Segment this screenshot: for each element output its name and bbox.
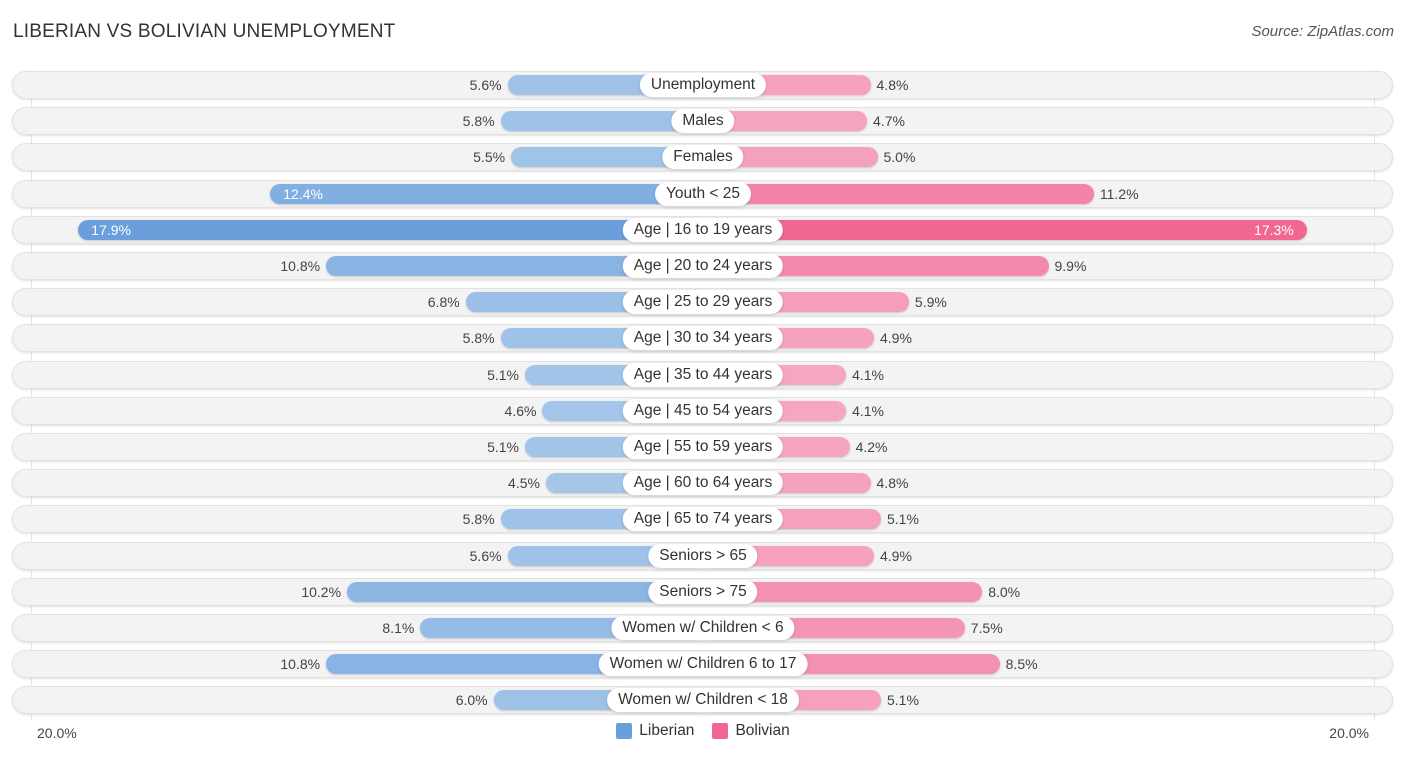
value-label-bolivian: 5.9%: [914, 294, 947, 311]
value-label-bolivian: 4.2%: [855, 439, 888, 455]
value-label-liberian: 5.6%: [469, 547, 502, 564]
category-label: Age | 60 to 64 years: [622, 471, 784, 496]
category-label: Age | 30 to 34 years: [622, 326, 784, 351]
value-label-bolivian: 4.1%: [852, 402, 884, 419]
value-label-liberian: 10.8%: [280, 656, 321, 673]
category-label: Age | 65 to 74 years: [622, 507, 784, 532]
category-label: Age | 16 to 19 years: [622, 217, 784, 242]
category-label: Age | 55 to 59 years: [622, 435, 784, 459]
category-label: Women w/ Children 6 to 17: [598, 652, 808, 677]
value-label-liberian: 4.5%: [508, 475, 540, 492]
value-label-liberian: 6.0%: [455, 692, 488, 709]
bar-liberian[interactable]: [270, 183, 703, 204]
value-label-liberian: 8.1%: [382, 620, 415, 636]
value-label-bolivian: 4.9%: [880, 330, 912, 347]
category-label: Seniors > 75: [648, 579, 758, 604]
value-label-bolivian: 5.0%: [883, 149, 916, 166]
value-label-bolivian: 4.9%: [880, 547, 912, 564]
bar-bolivian[interactable]: [703, 219, 1307, 240]
value-label-liberian: 5.8%: [462, 511, 495, 528]
legend-item-liberian[interactable]: Liberian: [616, 722, 694, 740]
value-label-bolivian: 5.1%: [886, 511, 919, 528]
value-label-liberian: 10.2%: [301, 583, 342, 600]
value-label-bolivian: 8.5%: [1005, 656, 1038, 673]
value-label-bolivian: 5.1%: [886, 692, 919, 709]
category-label: Age | 20 to 24 years: [622, 254, 784, 278]
value-label-bolivian: 4.8%: [876, 475, 909, 492]
category-label: Females: [662, 145, 744, 170]
value-label-liberian: 5.5%: [473, 149, 506, 166]
category-label: Age | 35 to 44 years: [622, 362, 784, 387]
legend-item-bolivian[interactable]: Bolivian: [712, 722, 790, 740]
value-label-liberian: 10.8%: [280, 258, 321, 274]
value-label-bolivian: 9.9%: [1054, 258, 1087, 274]
category-label: Unemployment: [639, 73, 767, 97]
value-label-liberian: 5.1%: [487, 366, 520, 383]
value-label-liberian: 6.8%: [427, 294, 460, 311]
value-label-liberian: 17.9%: [91, 221, 131, 238]
category-label: Women w/ Children < 6: [611, 616, 795, 640]
chart-rows: 5.6% 4.8% Unemployment 5.8% 4.7% Males 5.5% 5.0…: [0, 0, 1406, 757]
bar-liberian[interactable]: [78, 219, 703, 240]
value-label-liberian: 5.8%: [462, 330, 495, 347]
value-label-liberian: 12.4%: [283, 185, 323, 202]
category-label: Age | 45 to 54 years: [622, 398, 784, 423]
value-label-bolivian: 17.3%: [1254, 221, 1294, 238]
value-label-bolivian: 4.7%: [873, 113, 905, 130]
legend-swatch-bolivian: [712, 723, 729, 739]
value-label-liberian: 5.6%: [469, 77, 502, 93]
legend-swatch-liberian: [616, 723, 633, 739]
legend-label-liberian: Liberian: [639, 722, 695, 739]
value-label-bolivian: 4.1%: [852, 366, 884, 383]
value-label-bolivian: 7.5%: [970, 620, 1003, 636]
bar-bolivian[interactable]: [703, 183, 1094, 204]
value-label-bolivian: 8.0%: [988, 583, 1021, 600]
category-label: Age | 25 to 29 years: [622, 290, 784, 315]
value-label-bolivian: 11.2%: [1099, 185, 1139, 202]
category-label: Women w/ Children < 18: [607, 688, 799, 713]
category-label: Youth < 25: [655, 181, 751, 206]
value-label-liberian: 5.1%: [487, 439, 520, 455]
legend-label-bolivian: Bolivian: [735, 722, 790, 739]
category-label: Seniors > 65: [648, 543, 758, 568]
category-label: Males: [671, 109, 735, 134]
legend: Liberian Bolivian: [0, 722, 1406, 740]
value-label-liberian: 5.8%: [462, 113, 495, 130]
value-label-bolivian: 4.8%: [876, 77, 909, 93]
value-label-liberian: 4.6%: [504, 402, 537, 419]
